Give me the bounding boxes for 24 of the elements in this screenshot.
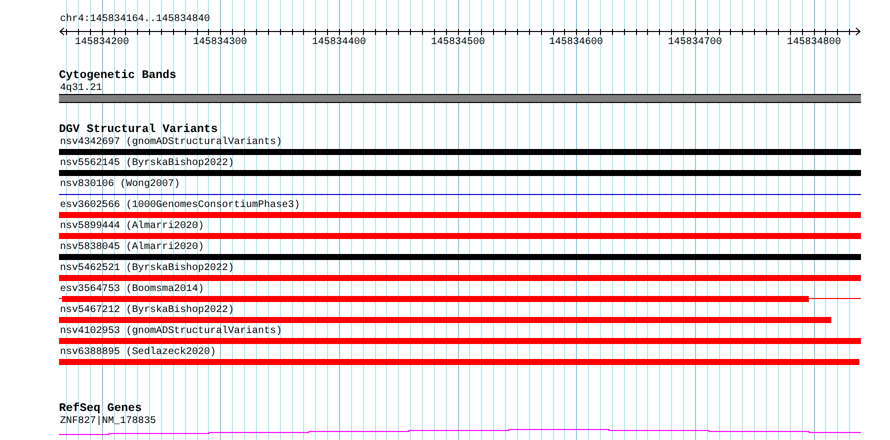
region-label: chr4:145834164..145834840 xyxy=(59,14,212,26)
feature-label: esv3564753 (Boomsma2014) xyxy=(59,284,204,295)
feature-label: nsv5838045 (Almarri2020) xyxy=(59,242,204,253)
feature-label: nsv5467212 (ByrskaBishop2022) xyxy=(59,305,234,316)
track-title: RefSeq Genes xyxy=(59,403,142,415)
tick-label: 145834500 xyxy=(431,37,485,49)
track-title: Cytogenetic Bands xyxy=(59,70,176,82)
tick-label: 145834800 xyxy=(787,37,841,49)
tick-label: 145834700 xyxy=(668,37,722,49)
feature-label: ZNF827|NM_178835 xyxy=(59,416,156,427)
tick-label: 145834300 xyxy=(193,37,247,49)
feature-label: nsv6388895 (Sedlazeck2020) xyxy=(59,347,216,358)
tick-label: 145834600 xyxy=(549,37,603,49)
track-title: DGV Structural Variants xyxy=(59,124,218,136)
feature-label: nsv4102953 (gnomADStructuralVariants) xyxy=(59,326,282,337)
feature-label: nsv5562145 (ByrskaBishop2022) xyxy=(59,158,234,169)
tick-label: 145834400 xyxy=(312,37,366,49)
tick-label: 145834200 xyxy=(75,37,129,49)
feature-label: nsv4342697 (gnomADStructuralVariants) xyxy=(59,137,282,148)
feature-label: nsv5899444 (Almarri2020) xyxy=(59,221,204,232)
feature-label: esv3602566 (1000GenomesConsortiumPhase3) xyxy=(59,200,300,211)
feature-label: 4q31.21 xyxy=(59,83,102,94)
feature-label: nsv5462521 (ByrskaBishop2022) xyxy=(59,263,234,274)
feature-label: nsv830106 (Wong2007) xyxy=(59,179,180,190)
